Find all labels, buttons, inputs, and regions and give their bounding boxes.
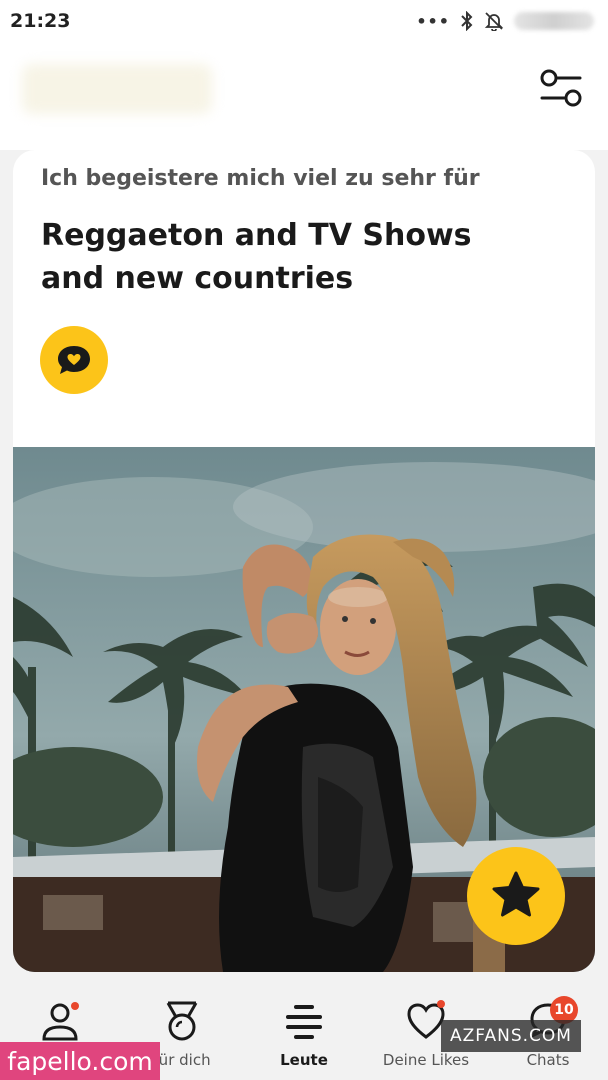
prompt-answer: Reggaeton and TV Shows and new countries [41, 218, 472, 296]
nav-label-leute: Leute [280, 1051, 328, 1069]
profile-icon [42, 1002, 79, 1041]
comment-button[interactable] [40, 326, 108, 394]
status-icons: ••• [416, 8, 594, 34]
notifications-off-icon [484, 12, 504, 31]
filter-button[interactable] [536, 68, 586, 110]
superlike-button[interactable] [467, 847, 565, 945]
nav-label-chats: Chats [526, 1051, 570, 1069]
bluetooth-icon [461, 11, 473, 31]
filter-sliders-icon [540, 69, 582, 107]
profile-card[interactable]: Ich begeistere mich viel zu sehr für Reg… [13, 150, 595, 972]
nav-item-leute[interactable]: Leute [244, 985, 364, 1080]
prompt-subtitle: Ich begeistere mich viel zu sehr für [41, 166, 480, 191]
more-dots-icon: ••• [416, 11, 450, 31]
brand-logo [22, 64, 212, 114]
status-battery-blurred [514, 12, 594, 30]
medal-icon [166, 1001, 198, 1041]
watermark-azfans: AZFANS.COM [441, 1020, 581, 1052]
stack-icon [286, 1005, 322, 1039]
chat-heart-icon [58, 346, 90, 374]
star-icon [492, 871, 540, 917]
app-header [0, 40, 608, 150]
heart-icon [407, 1000, 445, 1039]
watermark-fapello: fapello.com [0, 1042, 160, 1080]
status-bar: 21:23 ••• [0, 0, 608, 40]
status-time: 21:23 [10, 10, 71, 32]
nav-label-deine-likes: Deine Likes [382, 1051, 470, 1069]
